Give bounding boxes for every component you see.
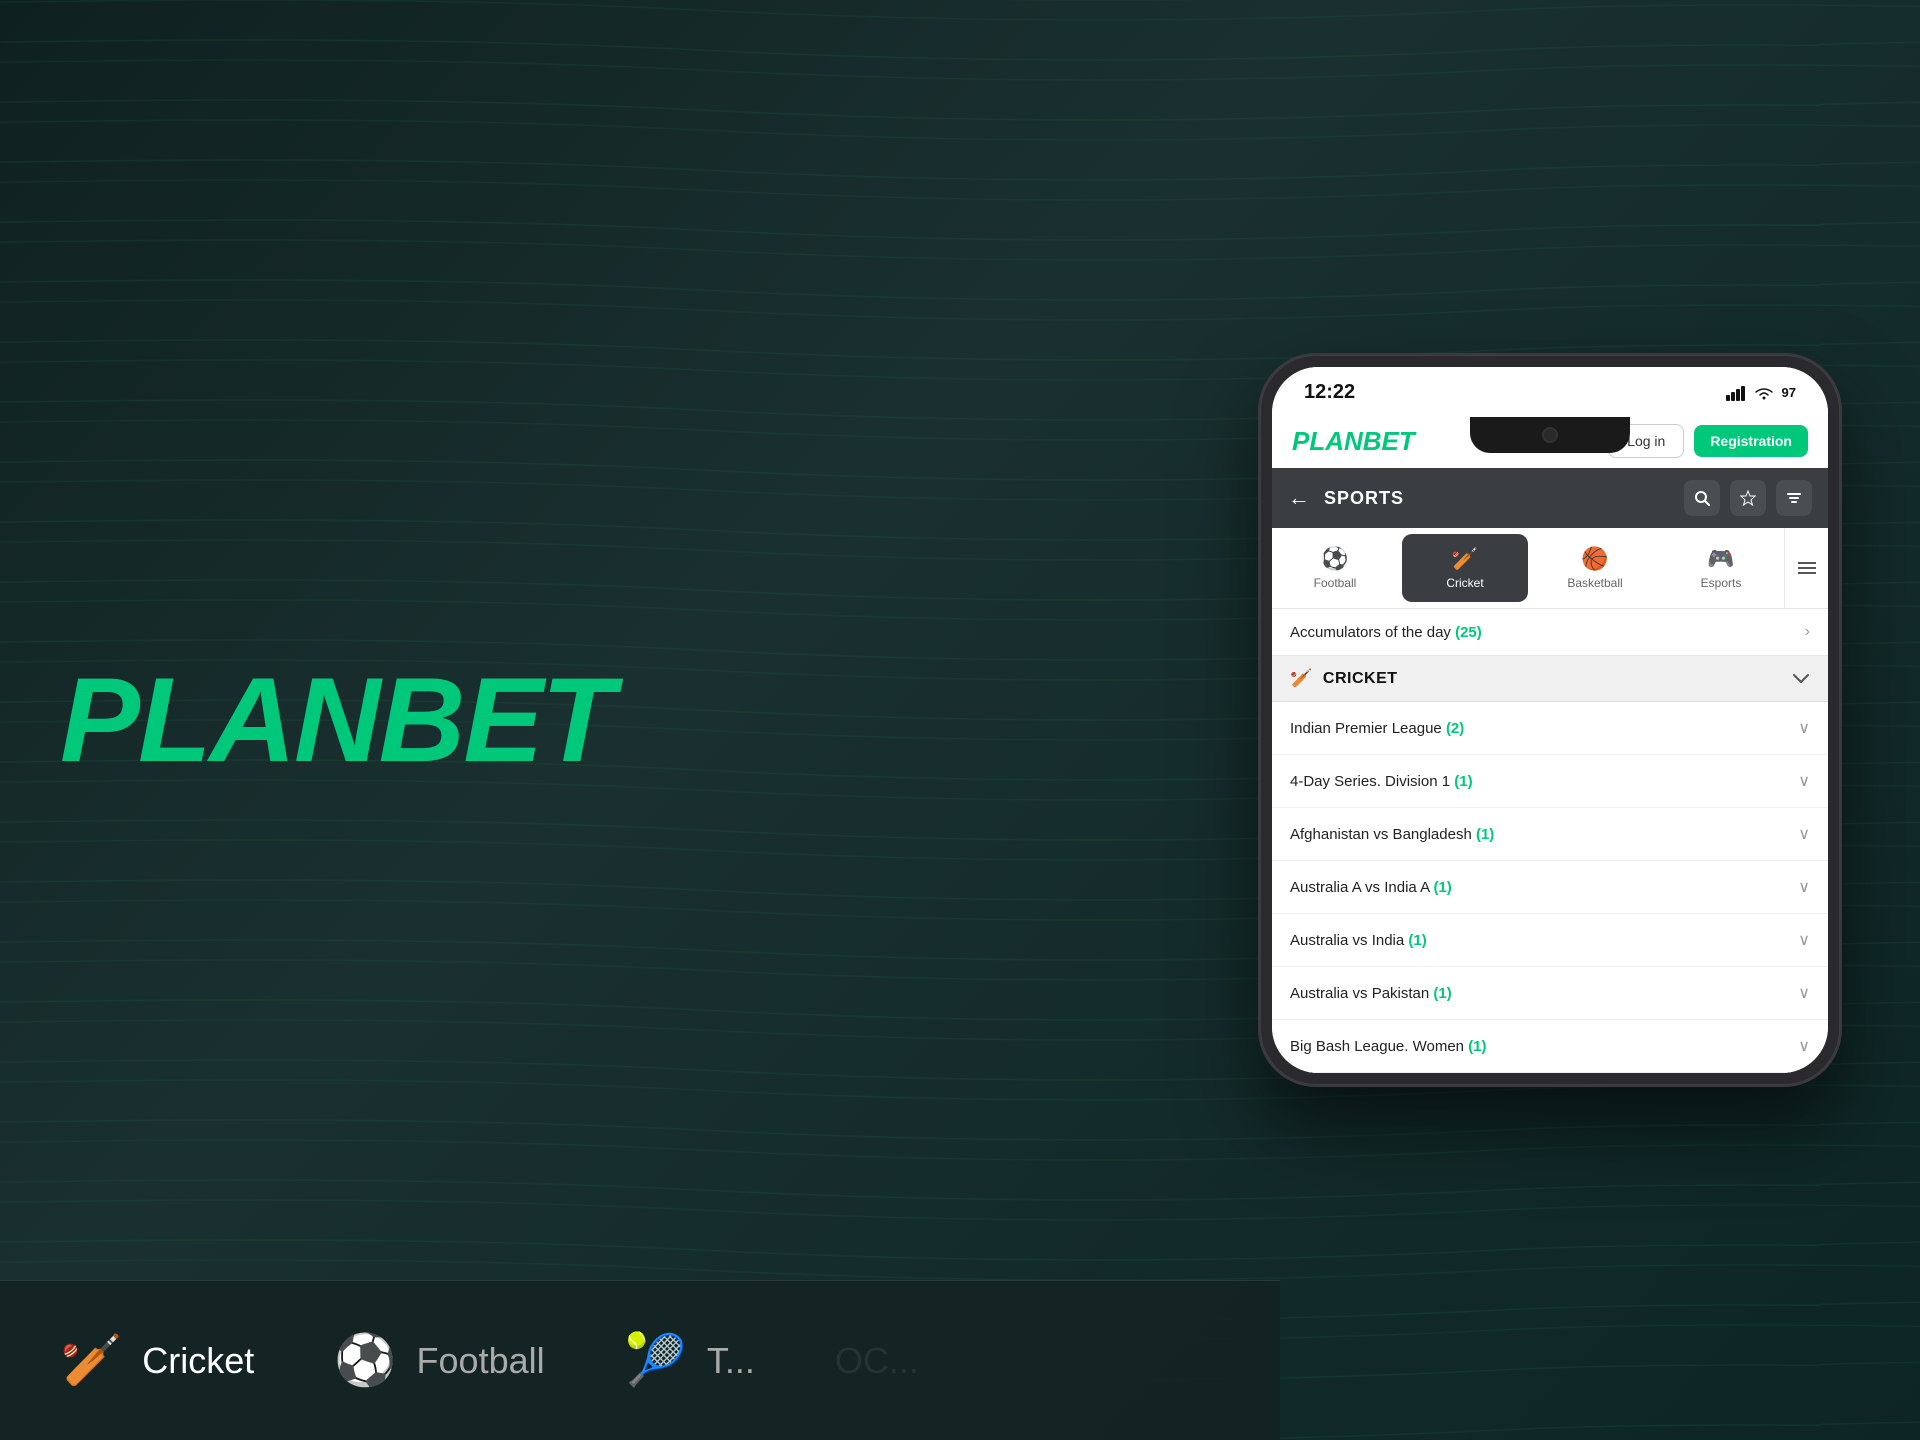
league-count: (1) <box>1433 985 1451 1002</box>
phone-screen: 12:22 97 <box>1272 367 1828 1073</box>
phone-notch <box>1470 417 1630 453</box>
league-row[interactable]: Australia vs India (1) ∨ <box>1272 914 1828 967</box>
signal-icon <box>1726 385 1746 401</box>
tab-cricket[interactable]: 🏏 Cricket <box>1402 534 1528 602</box>
bg-nav-football[interactable]: ⚽ Football <box>334 1331 544 1390</box>
bg-nav-fade: OC... <box>835 1340 919 1382</box>
accumulator-count: (25) <box>1455 624 1482 641</box>
nav-bar: ← SPORTS <box>1272 468 1828 528</box>
league-chevron: ∨ <box>1798 824 1810 844</box>
filter-icon <box>1786 490 1802 506</box>
header-actions: Log in Registration <box>1608 424 1808 458</box>
register-button[interactable]: Registration <box>1694 425 1808 457</box>
cricket-tab-icon: 🏏 <box>1451 546 1478 572</box>
league-list: Indian Premier League (2) ∨ 4-Day Series… <box>1272 702 1828 1073</box>
league-row[interactable]: Indian Premier League (2) ∨ <box>1272 702 1828 755</box>
star-icon <box>1740 490 1756 506</box>
nav-title: SPORTS <box>1324 488 1404 509</box>
app-logo: PLANBET <box>1292 426 1415 457</box>
cricket-bat-icon: 🏏 <box>60 1331 122 1390</box>
section-collapse-button[interactable] <box>1792 668 1810 689</box>
front-camera <box>1542 427 1558 443</box>
tab-football[interactable]: ⚽ Football <box>1272 528 1398 608</box>
app-logo-bet: BET <box>1363 426 1415 456</box>
bg-nav-cricket-label: Cricket <box>142 1340 254 1382</box>
accumulator-label: Accumulators of the day <box>1290 624 1451 641</box>
league-chevron: ∨ <box>1798 930 1810 950</box>
league-chevron: ∨ <box>1798 1036 1810 1056</box>
back-button[interactable]: ← <box>1288 485 1310 511</box>
search-button[interactable] <box>1684 480 1720 516</box>
menu-icon <box>1798 561 1816 575</box>
filter-button[interactable] <box>1776 480 1812 516</box>
league-name: Afghanistan vs Bangladesh (1) <box>1290 826 1494 843</box>
league-chevron: ∨ <box>1798 877 1810 897</box>
phone: 12:22 97 <box>1260 355 1840 1085</box>
league-name: 4-Day Series. Division 1 (1) <box>1290 773 1473 790</box>
league-count: (1) <box>1468 1038 1486 1055</box>
football-tab-icon: ⚽ <box>1321 546 1348 572</box>
cricket-section-icon: 🏏 <box>1290 668 1313 689</box>
nav-right <box>1684 480 1812 516</box>
football-tab-label: Football <box>1314 576 1357 590</box>
bg-nav-cricket[interactable]: 🏏 Cricket <box>60 1331 254 1390</box>
league-name: Australia A vs India A (1) <box>1290 879 1452 896</box>
sports-tabs: ⚽ Football 🏏 Cricket 🏀 Basketball 🎮 Espo… <box>1272 528 1828 609</box>
bg-logo: PLANBET <box>60 651 613 789</box>
bg-logo-plan: PLAN <box>60 653 379 787</box>
cricket-section-header: 🏏 CRICKET <box>1272 656 1828 702</box>
league-count: (2) <box>1446 720 1464 737</box>
esports-tab-icon: 🎮 <box>1707 546 1734 572</box>
league-row[interactable]: Afghanistan vs Bangladesh (1) ∨ <box>1272 808 1828 861</box>
league-name: Australia vs Pakistan (1) <box>1290 985 1452 1002</box>
cricket-tab-label: Cricket <box>1446 576 1483 590</box>
battery-icon: 97 <box>1782 385 1796 400</box>
bg-nav-more-label: T... <box>707 1340 755 1382</box>
phone-wrapper: 12:22 97 <box>1260 355 1840 1085</box>
tab-esports[interactable]: 🎮 Esports <box>1658 528 1784 608</box>
bg-nav-bar: 🏏 Cricket ⚽ Football 🎾 T... OC... <box>0 1280 1280 1440</box>
league-row[interactable]: Australia vs Pakistan (1) ∨ <box>1272 967 1828 1020</box>
league-row[interactable]: Australia A vs India A (1) ∨ <box>1272 861 1828 914</box>
bg-nav-football-label: Football <box>417 1340 545 1382</box>
accumulator-text: Accumulators of the day (25) <box>1290 624 1482 641</box>
status-icons: 97 <box>1726 385 1796 401</box>
league-count: (1) <box>1433 879 1451 896</box>
league-count: (1) <box>1454 773 1472 790</box>
league-count: (1) <box>1476 826 1494 843</box>
tennis-icon: 🎾 <box>625 1331 687 1390</box>
sports-more-button[interactable] <box>1784 528 1828 608</box>
bg-logo-bet: BET <box>379 653 613 787</box>
favorites-button[interactable] <box>1730 480 1766 516</box>
status-bar: 12:22 97 <box>1272 367 1828 412</box>
basketball-tab-label: Basketball <box>1567 576 1622 590</box>
accumulator-row[interactable]: Accumulators of the day (25) › <box>1272 609 1828 656</box>
basketball-tab-icon: 🏀 <box>1581 546 1608 572</box>
cricket-section-title: CRICKET <box>1323 670 1398 688</box>
accumulator-chevron: › <box>1805 623 1810 641</box>
app-logo-plan: PLAN <box>1292 426 1363 456</box>
tab-basketball[interactable]: 🏀 Basketball <box>1532 528 1658 608</box>
league-name: Indian Premier League (2) <box>1290 720 1464 737</box>
league-chevron: ∨ <box>1798 771 1810 791</box>
bg-nav-tennis[interactable]: 🎾 T... <box>625 1331 755 1390</box>
nav-left: ← SPORTS <box>1288 485 1404 511</box>
league-name: Australia vs India (1) <box>1290 932 1427 949</box>
esports-tab-label: Esports <box>1701 576 1742 590</box>
bg-nav-more: OC... <box>835 1340 919 1382</box>
wifi-icon <box>1754 385 1774 401</box>
league-name: Big Bash League. Women (1) <box>1290 1038 1487 1055</box>
league-chevron: ∨ <box>1798 718 1810 738</box>
section-title: 🏏 CRICKET <box>1290 668 1398 689</box>
football-icon: ⚽ <box>334 1331 396 1390</box>
league-count: (1) <box>1408 932 1426 949</box>
search-icon <box>1694 490 1710 506</box>
league-row[interactable]: 4-Day Series. Division 1 (1) ∨ <box>1272 755 1828 808</box>
league-chevron: ∨ <box>1798 983 1810 1003</box>
status-time: 12:22 <box>1304 381 1355 404</box>
league-row[interactable]: Big Bash League. Women (1) ∨ <box>1272 1020 1828 1073</box>
